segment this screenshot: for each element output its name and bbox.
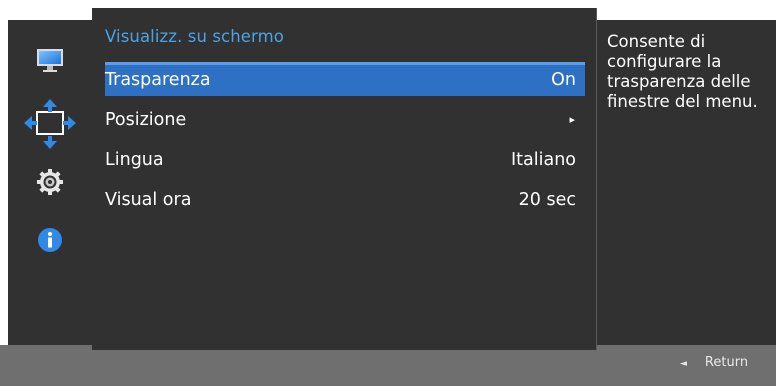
monitor-icon[interactable]	[8, 46, 92, 76]
chevron-right-icon: ▸	[569, 113, 575, 126]
sidebar	[8, 20, 92, 345]
menu-item-posizione[interactable]: Posizione ▸	[105, 102, 585, 136]
info-description: Consente di configurare la trasparenza d…	[607, 32, 758, 111]
menu-item-value: 20 sec	[518, 190, 576, 210]
position-arrows-icon[interactable]	[8, 96, 92, 152]
menu-item-label: Lingua	[105, 150, 164, 170]
menu-item-label: Visual ora	[105, 190, 192, 210]
menu-item-label: Posizione	[105, 110, 187, 130]
bottom-bar	[0, 345, 776, 386]
menu-item-value: On	[551, 70, 576, 90]
menu-item-trasparenza[interactable]: Trasparenza On	[105, 62, 585, 96]
left-arrow-icon: ◄	[680, 359, 687, 369]
menu-panel: Visualizz. su schermo Trasparenza On Pos…	[92, 8, 597, 350]
info-icon[interactable]	[8, 227, 92, 253]
return-button[interactable]: ◄ Return	[680, 355, 748, 370]
info-panel: Consente di configurare la trasparenza d…	[597, 20, 776, 345]
menu-item-value: Italiano	[511, 150, 576, 170]
menu-title: Visualizz. su schermo	[105, 27, 284, 46]
menu-item-lingua[interactable]: Lingua Italiano	[105, 142, 585, 176]
gear-icon[interactable]	[8, 168, 92, 196]
return-label: Return	[704, 355, 749, 370]
menu-item-label: Trasparenza	[105, 70, 211, 90]
menu-item-visual-ora[interactable]: Visual ora 20 sec	[105, 182, 585, 216]
